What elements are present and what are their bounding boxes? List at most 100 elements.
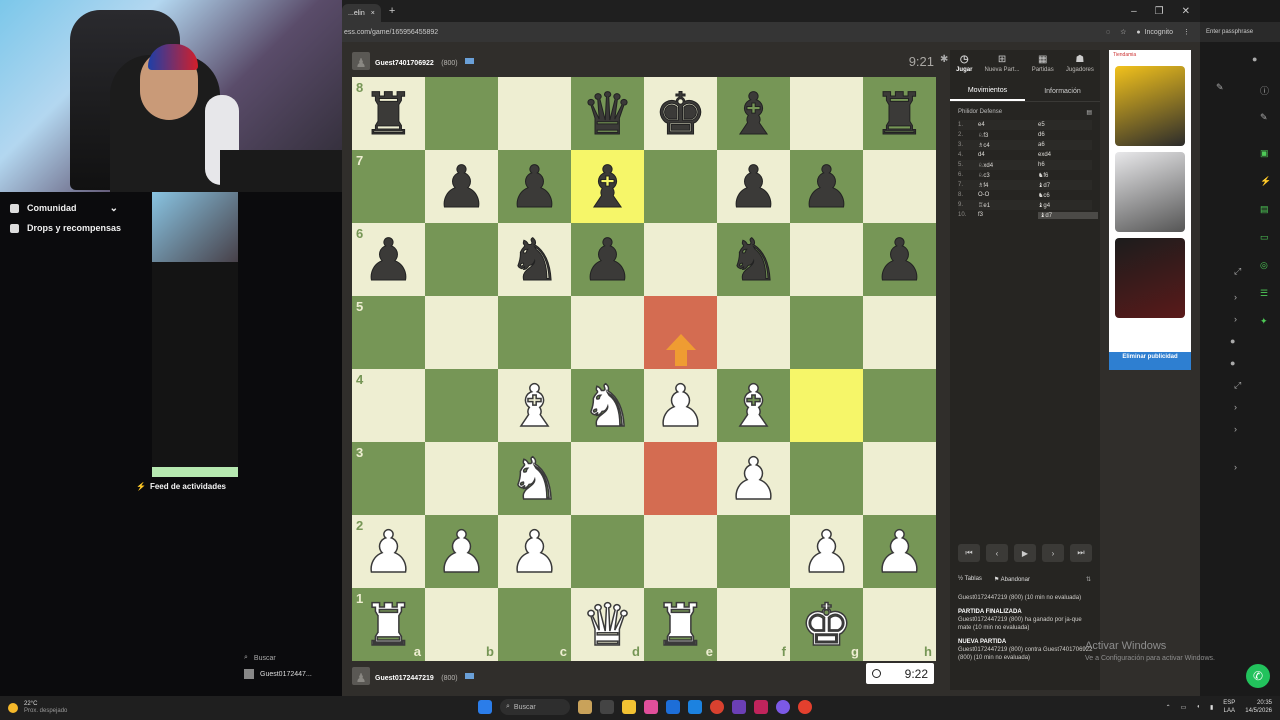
- task-view-icon[interactable]: [578, 700, 592, 714]
- white-knight-piece[interactable]: ♞: [581, 376, 635, 436]
- black-pawn-piece[interactable]: ♟: [581, 230, 634, 289]
- square-e1[interactable]: e ♜: [644, 588, 717, 661]
- gear-icon[interactable]: ✱: [940, 54, 948, 65]
- radio-icon[interactable]: ◎: [1260, 260, 1270, 270]
- white-move[interactable]: ♘xd4: [978, 162, 1038, 169]
- square-c1[interactable]: c: [498, 588, 571, 661]
- doc-icon[interactable]: ▤: [1260, 204, 1270, 214]
- square-g2[interactable]: ♟: [790, 515, 863, 588]
- toggle-icon[interactable]: ●: [1230, 358, 1240, 368]
- star-icon[interactable]: ☆: [1120, 28, 1126, 36]
- brave-icon[interactable]: [798, 700, 812, 714]
- network-icon[interactable]: ▭: [1181, 704, 1187, 711]
- square-b6[interactable]: [425, 223, 498, 296]
- sidebar-item-drops[interactable]: Drops y recompensas: [0, 218, 130, 238]
- draw-button[interactable]: ½ Tablas: [958, 576, 982, 583]
- white-move[interactable]: ♘f3: [978, 132, 1038, 139]
- black-knight-piece[interactable]: ♞: [727, 230, 780, 289]
- square-a6[interactable]: 6 ♟: [352, 223, 425, 296]
- white-move[interactable]: ♖e1: [978, 202, 1038, 209]
- expand-icon[interactable]: ⤢: [1234, 266, 1244, 276]
- black-rook-piece[interactable]: ♜: [362, 84, 415, 143]
- square-a8[interactable]: 8 ♜: [352, 77, 425, 150]
- browser-tab[interactable]: ...elin ×: [342, 4, 381, 22]
- white-pawn-piece[interactable]: ♟: [435, 522, 489, 582]
- bolt-icon[interactable]: ⚡: [1260, 176, 1271, 186]
- chevron-right-icon[interactable]: ›: [1234, 424, 1244, 434]
- tab-jugar[interactable]: ◷ Jugar: [956, 54, 972, 82]
- first-move-button[interactable]: ⏮: [958, 544, 980, 562]
- tab-nueva-part[interactable]: ⊞ Nueva Part...: [985, 54, 1020, 82]
- black-pawn-piece[interactable]: ♟: [362, 230, 415, 289]
- black-move[interactable]: h6: [1038, 162, 1098, 168]
- square-e2[interactable]: [644, 515, 717, 588]
- square-f5[interactable]: [717, 296, 790, 369]
- tab-partidas[interactable]: ▦ Partidas: [1032, 54, 1054, 82]
- ad-product-earbuds[interactable]: [1115, 152, 1185, 232]
- square-f6[interactable]: ♞: [717, 223, 790, 296]
- speaker-icon[interactable]: ◖: [1196, 704, 1200, 710]
- square-b7[interactable]: ♟: [425, 150, 498, 223]
- eye-off-icon[interactable]: ◌: [1106, 29, 1110, 36]
- square-e7[interactable]: [644, 150, 717, 223]
- chevron-up-icon[interactable]: ⌃: [1166, 704, 1171, 711]
- player-name[interactable]: Guest0172447219: [375, 675, 434, 682]
- square-g6[interactable]: [790, 223, 863, 296]
- square-f7[interactable]: ♟: [717, 150, 790, 223]
- maximize-button[interactable]: ❐: [1155, 6, 1164, 17]
- square-a4[interactable]: 4: [352, 369, 425, 442]
- chevron-right-icon[interactable]: ›: [1234, 314, 1244, 324]
- avatar[interactable]: ●: [1252, 54, 1262, 64]
- play-button[interactable]: ▶: [1014, 544, 1036, 562]
- square-b1[interactable]: b: [425, 588, 498, 661]
- square-a7[interactable]: 7: [352, 150, 425, 223]
- black-queen-piece[interactable]: ♛: [581, 84, 634, 143]
- book-icon[interactable]: ▤: [1086, 109, 1092, 116]
- close-window-button[interactable]: ✕: [1182, 6, 1190, 17]
- layout-icon[interactable]: ☰: [1260, 288, 1270, 298]
- square-h1[interactable]: h: [863, 588, 936, 661]
- chevron-right-icon[interactable]: ›: [1234, 462, 1244, 472]
- battery-icon[interactable]: ▮: [1210, 704, 1213, 711]
- white-knight-piece[interactable]: ♞: [508, 449, 562, 509]
- square-f1[interactable]: f: [717, 588, 790, 661]
- resign-button[interactable]: ⚑ Abandonar: [994, 576, 1030, 583]
- black-move[interactable]: a6: [1038, 142, 1098, 148]
- white-move[interactable]: d4: [978, 152, 1038, 158]
- pen-icon[interactable]: ✎: [1260, 112, 1270, 122]
- white-bishop-piece[interactable]: ♝: [727, 376, 781, 436]
- explorer-icon[interactable]: [622, 700, 636, 714]
- black-pawn-piece[interactable]: ♟: [727, 157, 780, 216]
- wrench-icon[interactable]: ✦: [1260, 316, 1270, 326]
- white-move[interactable]: f3: [978, 212, 1038, 218]
- app-icon[interactable]: [732, 700, 746, 714]
- user-row[interactable]: Guest0172447...: [244, 666, 344, 682]
- square-c2[interactable]: ♟: [498, 515, 571, 588]
- square-e8[interactable]: ♚: [644, 77, 717, 150]
- white-pawn-piece[interactable]: ♟: [508, 522, 562, 582]
- white-bishop-piece[interactable]: ♝: [508, 376, 562, 436]
- menu-icon[interactable]: ⋮: [1183, 28, 1190, 36]
- black-move[interactable]: ♝d7: [1038, 182, 1098, 189]
- flip-board-button[interactable]: ⇅: [1086, 576, 1091, 583]
- square-f8[interactable]: ♝: [717, 77, 790, 150]
- chevron-right-icon[interactable]: ›: [1234, 402, 1244, 412]
- square-a1[interactable]: 1 a ♜: [352, 588, 425, 661]
- opponent-name[interactable]: Guest7401706922: [375, 60, 434, 67]
- white-rook-piece[interactable]: ♜: [362, 595, 416, 655]
- black-pawn-piece[interactable]: ♟: [800, 157, 853, 216]
- white-pawn-piece[interactable]: ♟: [800, 522, 854, 582]
- prev-move-button[interactable]: ‹: [986, 544, 1008, 562]
- chevron-right-icon[interactable]: ›: [1234, 292, 1244, 302]
- white-move[interactable]: O-O: [978, 192, 1038, 198]
- square-f4[interactable]: ♝: [717, 369, 790, 442]
- square-g1[interactable]: g ♚: [790, 588, 863, 661]
- chevron-down-icon[interactable]: ⌄: [110, 203, 118, 214]
- square-d8[interactable]: ♛: [571, 77, 644, 150]
- square-e6[interactable]: [644, 223, 717, 296]
- square-a2[interactable]: 2 ♟: [352, 515, 425, 588]
- tab-informacion[interactable]: Información: [1025, 82, 1100, 101]
- black-pawn-piece[interactable]: ♟: [873, 230, 926, 289]
- tab-jugadores[interactable]: ☗ Jugadores: [1066, 54, 1094, 82]
- square-d4[interactable]: ♞: [571, 369, 644, 442]
